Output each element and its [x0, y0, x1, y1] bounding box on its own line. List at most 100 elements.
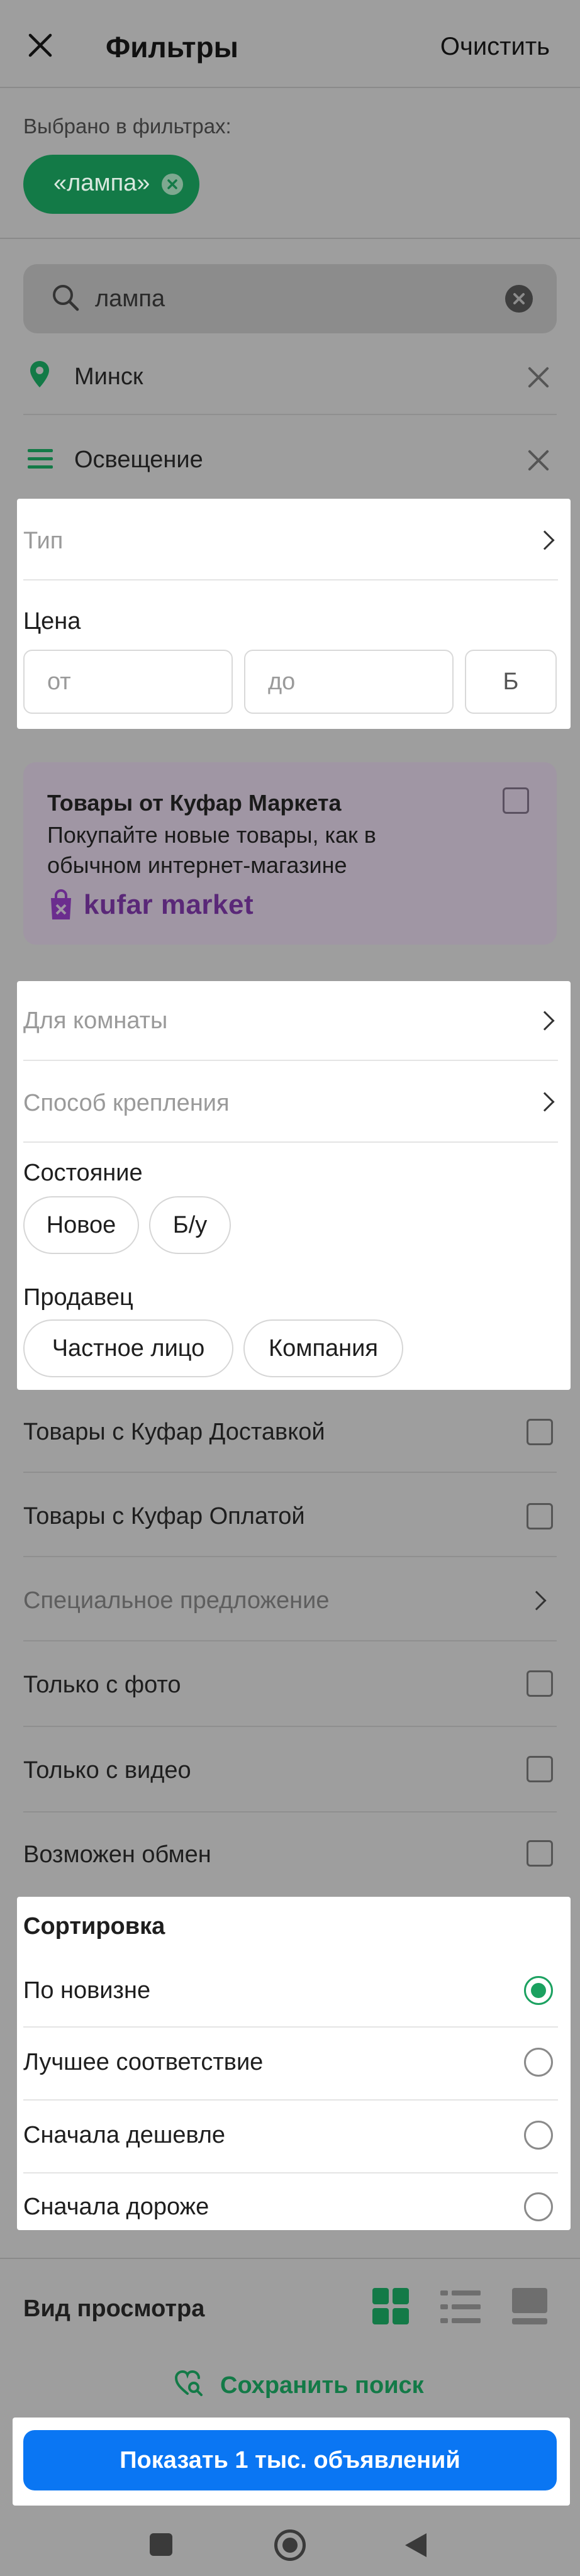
seller-label: Продавец	[23, 1284, 133, 1311]
kufar-market-checkbox[interactable]	[503, 787, 529, 814]
sort-option-label: По новизне	[23, 1977, 151, 2004]
sort-option-expensive[interactable]: Сначала дороже	[17, 2174, 571, 2230]
delivery-checkbox[interactable]	[527, 1419, 553, 1445]
sort-option-label: Сначала дороже	[23, 2194, 209, 2220]
sort-title: Сортировка	[23, 1913, 165, 1940]
view-mode-label: Вид просмотра	[23, 2296, 205, 2322]
header-divider	[0, 87, 580, 88]
selected-chip[interactable]: «лампа»	[23, 155, 199, 214]
sort-option-label: Сначала дешевле	[23, 2122, 226, 2148]
row-divider	[23, 1726, 557, 1727]
radio-selected[interactable]	[524, 1976, 553, 2005]
heart-search-icon	[174, 2368, 204, 2402]
video-only-checkbox[interactable]	[527, 1756, 553, 1782]
sort-card: Сортировка По новизне Лучшее соответстви…	[17, 1897, 571, 2230]
chevron-right-icon	[527, 1591, 547, 1611]
location-row[interactable]: Минск	[0, 346, 580, 409]
type-price-card: Тип Цена от до Б	[17, 499, 571, 729]
category-row[interactable]: Освещение	[0, 429, 580, 492]
row-divider	[23, 1556, 557, 1557]
special-offer-row[interactable]: Специальное предложение	[0, 1563, 580, 1639]
seller-option-private[interactable]: Частное лицо	[23, 1319, 233, 1377]
mount-row[interactable]: Способ крепления	[17, 1061, 571, 1141]
clear-button[interactable]: Очистить	[440, 33, 550, 61]
payment-row[interactable]: Товары с Куфар Оплатой	[0, 1479, 580, 1555]
row-divider	[23, 1472, 557, 1473]
view-mode-divider	[0, 2258, 580, 2259]
row-divider	[23, 1811, 557, 1813]
price-to-input[interactable]: до	[244, 650, 454, 714]
exchange-checkbox[interactable]	[527, 1840, 553, 1867]
seller-option-company[interactable]: Компания	[243, 1319, 403, 1377]
kufar-market-card[interactable]: Товары от Куфар Маркета Покупайте новые …	[23, 762, 557, 945]
radio-unselected[interactable]	[524, 2192, 553, 2221]
save-search-button[interactable]: Сохранить поиск	[174, 2366, 425, 2404]
location-clear-icon[interactable]	[527, 366, 550, 389]
kufar-market-logo-text: kufar market	[84, 889, 254, 920]
page-title: Фильтры	[106, 31, 238, 64]
list-view-icon[interactable]	[440, 2288, 481, 2329]
price-from-input[interactable]: от	[23, 650, 233, 714]
back-icon[interactable]	[404, 2532, 428, 2562]
category-value: Освещение	[74, 447, 203, 473]
price-label: Цена	[23, 608, 81, 635]
sort-option-label: Лучшее соответствие	[23, 2049, 264, 2075]
home-icon[interactable]	[274, 2529, 306, 2561]
sort-option-relevance[interactable]: Лучшее соответствие	[17, 2028, 571, 2099]
currency-select[interactable]: Б	[465, 650, 557, 714]
kufar-market-logo-icon	[47, 889, 75, 924]
search-clear-icon[interactable]	[505, 285, 533, 313]
selected-filters-label: Выбрано в фильтрах:	[23, 114, 231, 138]
condition-option-new[interactable]: Новое	[23, 1196, 139, 1254]
special-offer-label: Специальное предложение	[23, 1587, 330, 1614]
close-icon[interactable]	[28, 33, 53, 58]
show-results-button[interactable]: Показать 1 тыс. объявлений	[23, 2430, 557, 2490]
sort-option-newest[interactable]: По новизне	[17, 1956, 571, 2026]
photo-only-checkbox[interactable]	[527, 1670, 553, 1697]
gallery-view-icon[interactable]	[511, 2287, 549, 2329]
kufar-market-description: Покупайте новые товары, как в обычном ин…	[47, 822, 376, 878]
row-divider	[23, 414, 557, 415]
location-pin-icon	[29, 360, 50, 392]
category-clear-icon[interactable]	[527, 449, 550, 472]
type-row[interactable]: Тип	[17, 499, 571, 580]
payment-checkbox[interactable]	[527, 1503, 553, 1530]
video-only-row[interactable]: Только с видео	[0, 1733, 580, 1809]
search-value: лампа	[95, 286, 165, 312]
room-label: Для комнаты	[23, 1008, 168, 1034]
room-row[interactable]: Для комнаты	[17, 981, 571, 1060]
video-only-label: Только с видео	[23, 1757, 191, 1784]
row-divider	[23, 1640, 557, 1641]
condition-label: Состояние	[23, 1160, 143, 1186]
kufar-market-title: Товары от Куфар Маркета	[47, 790, 342, 816]
row-divider	[23, 579, 558, 580]
chevron-right-icon	[535, 530, 555, 550]
search-input[interactable]: лампа	[23, 264, 557, 333]
radio-unselected[interactable]	[524, 2121, 553, 2150]
recent-apps-icon[interactable]	[150, 2533, 172, 2556]
radio-unselected[interactable]	[524, 2048, 553, 2077]
delivery-label: Товары с Куфар Доставкой	[23, 1419, 325, 1445]
delivery-row[interactable]: Товары с Куфар Доставкой	[0, 1395, 580, 1470]
save-search-label: Сохранить поиск	[220, 2372, 424, 2399]
grid-view-icon[interactable]	[371, 2287, 410, 2329]
section-divider	[0, 238, 580, 239]
sort-option-cheaper[interactable]: Сначала дешевле	[17, 2101, 571, 2172]
exchange-label: Возможен обмен	[23, 1841, 211, 1868]
mount-label: Способ крепления	[23, 1090, 230, 1116]
selected-chip-label: «лампа»	[53, 170, 150, 196]
chip-remove-icon[interactable]	[162, 174, 183, 195]
attributes-card: Для комнаты Способ крепления Состояние Н…	[17, 981, 571, 1390]
chevron-right-icon	[535, 1092, 555, 1112]
payment-label: Товары с Куфар Оплатой	[23, 1503, 305, 1530]
photo-only-row[interactable]: Только с фото	[0, 1648, 580, 1723]
row-divider	[23, 1141, 558, 1143]
type-label: Тип	[23, 528, 64, 554]
system-nav-bar	[0, 2512, 580, 2576]
photo-only-label: Только с фото	[23, 1672, 181, 1698]
exchange-row[interactable]: Возможен обмен	[0, 1818, 580, 1893]
chevron-right-icon	[535, 1011, 555, 1031]
condition-option-used[interactable]: Б/у	[149, 1196, 231, 1254]
location-value: Минск	[74, 364, 143, 390]
search-icon	[51, 283, 80, 315]
